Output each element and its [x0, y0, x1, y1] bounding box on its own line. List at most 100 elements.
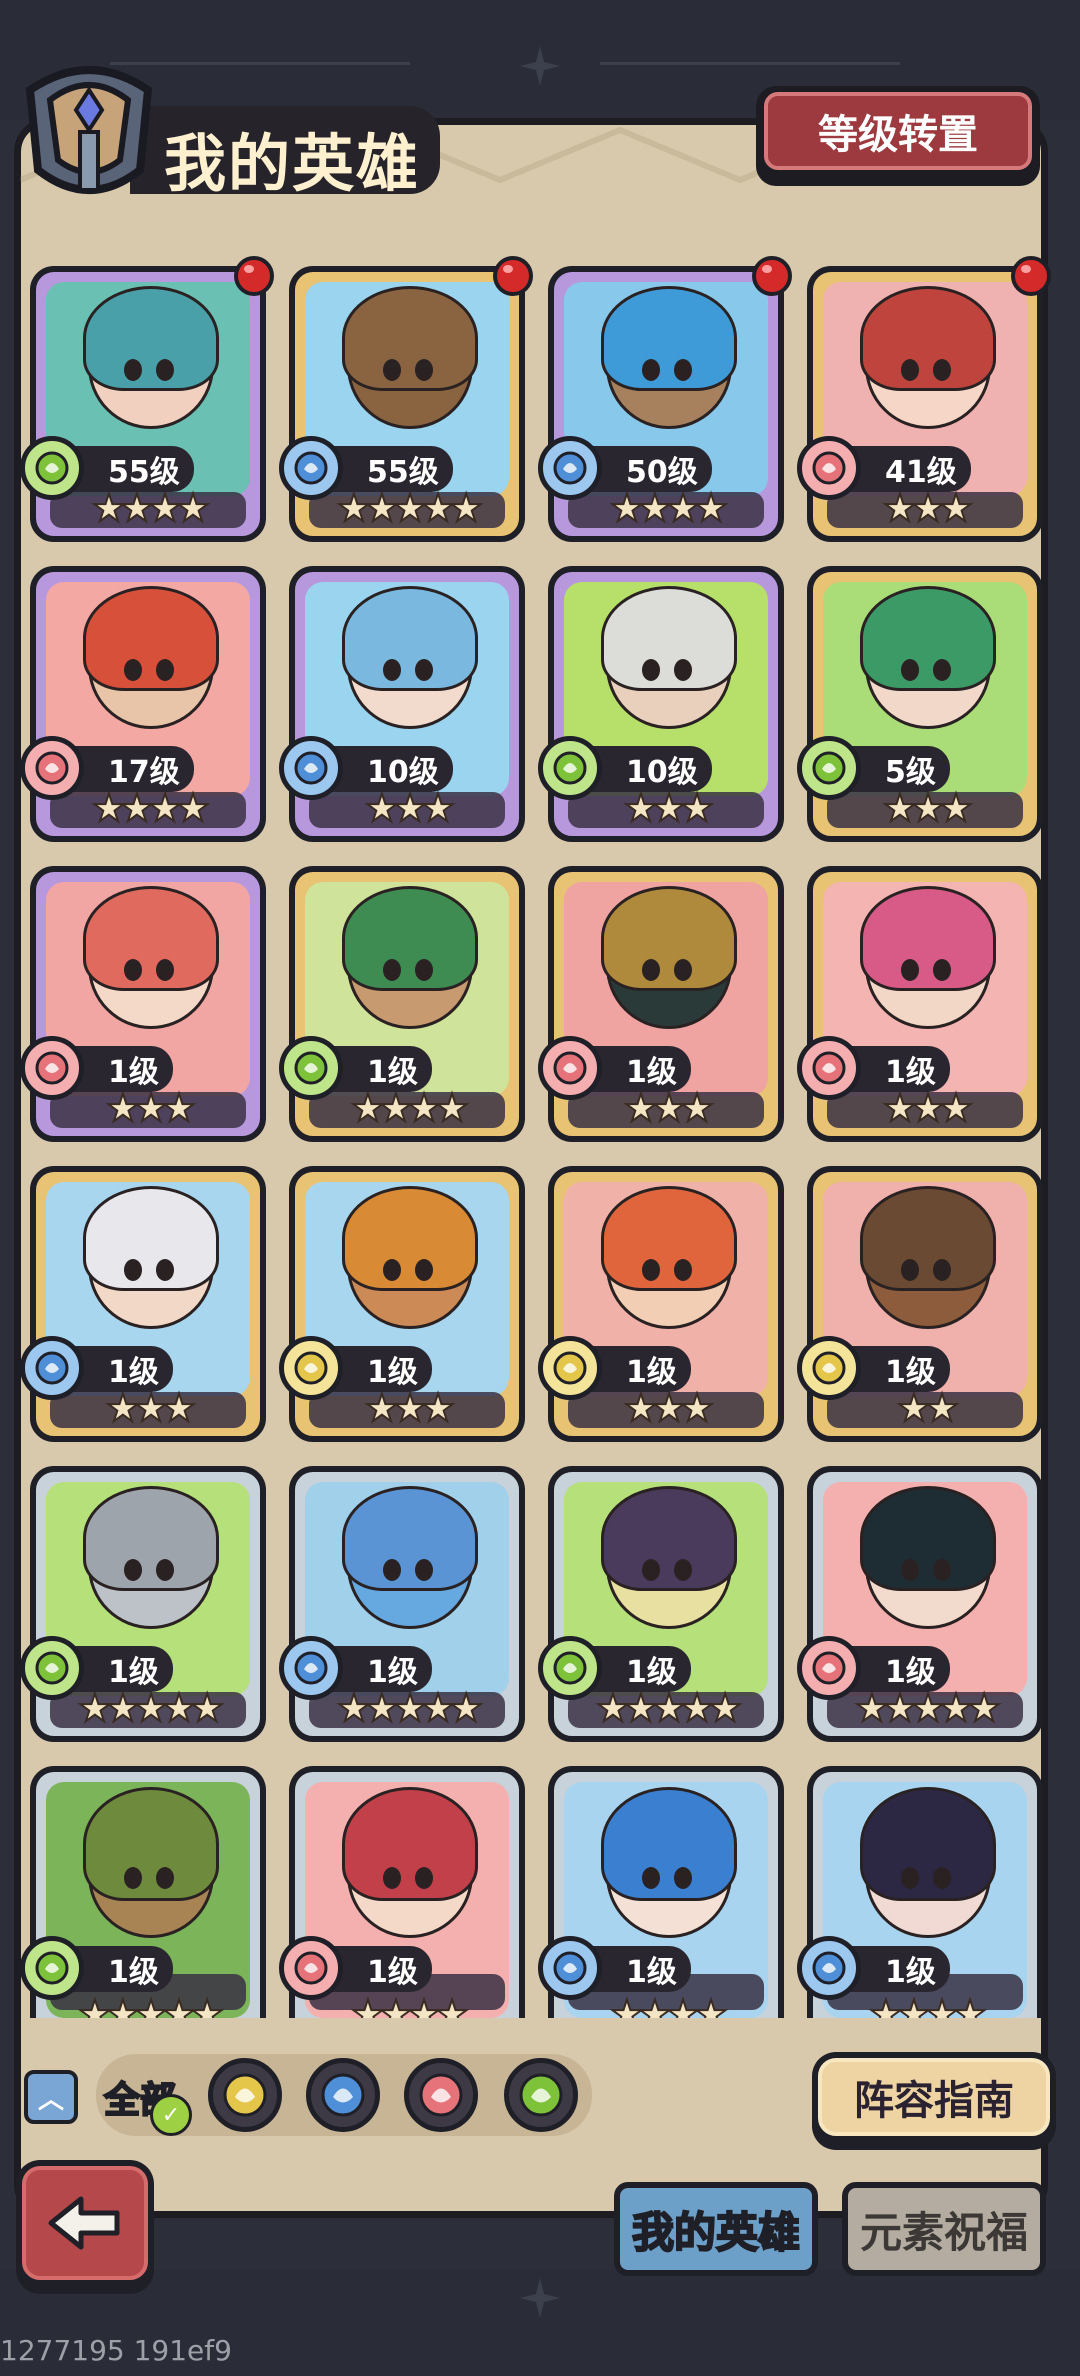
hero-eye: [382, 959, 401, 982]
hero-hair: [341, 886, 479, 991]
hero-eye: [123, 659, 142, 682]
hero-eye: [641, 659, 660, 682]
hero-eye: [382, 1259, 401, 1282]
fire-icon: [797, 436, 861, 500]
hero-card[interactable]: ★★★★★: [548, 1466, 784, 1742]
hero-level: 1级: [329, 1046, 432, 1092]
hero-hair: [600, 886, 738, 991]
fire-icon: [797, 1636, 861, 1700]
water-icon: [797, 1936, 861, 2000]
hero-stars: ★★★★: [868, 1991, 988, 2018]
sparkle-icon: [520, 2278, 560, 2318]
hero-level: 1级: [588, 1046, 691, 1092]
deco-line: [600, 62, 900, 65]
hero-eye: [123, 1559, 142, 1582]
hero-level: 17级: [70, 746, 194, 792]
hero-card[interactable]: ★★: [807, 1166, 1043, 1442]
wind-icon: [519, 2073, 563, 2117]
earth-icon: [223, 2073, 267, 2117]
hero-level: 1级: [847, 1346, 950, 1392]
hero-card[interactable]: ★★★★: [289, 866, 525, 1142]
hero-hair: [82, 286, 220, 391]
hero-card[interactable]: ★★★★: [30, 566, 266, 842]
back-button[interactable]: [16, 2160, 154, 2294]
hero-level: 1级: [70, 1046, 173, 1092]
filter-earth-button[interactable]: [208, 2058, 282, 2132]
hero-hair: [859, 1186, 997, 1291]
water-icon: [279, 736, 343, 800]
hero-eye: [674, 1866, 693, 1889]
hero-hair: [82, 1786, 220, 1902]
tab-my-heroes[interactable]: 我的英雄: [614, 2182, 818, 2276]
hero-card[interactable]: ★★★★★: [289, 266, 525, 542]
hero-level: 1级: [70, 1346, 173, 1392]
collapse-button[interactable]: ︿: [24, 2070, 78, 2124]
debug-text: 1277195 191ef9: [0, 2334, 232, 2367]
fire-icon: [538, 1036, 602, 1100]
hero-card[interactable]: ★★★: [289, 1166, 525, 1442]
filter-water-button[interactable]: [306, 2058, 380, 2132]
back-arrow-icon: [22, 2166, 148, 2280]
page-title: 我的英雄: [164, 127, 421, 200]
hero-eye: [641, 1866, 660, 1889]
filter-fire-button[interactable]: [404, 2058, 478, 2132]
water-icon: [279, 1636, 343, 1700]
hero-level: 55级: [329, 446, 453, 492]
hero-card[interactable]: ★★★: [807, 266, 1043, 542]
level-transfer-button[interactable]: 等级转置: [756, 86, 1040, 186]
hero-level: 55级: [70, 446, 194, 492]
hero-card[interactable]: ★★★: [807, 566, 1043, 842]
hero-hair: [82, 1486, 220, 1591]
hero-eye: [382, 1559, 401, 1582]
hero-hair: [82, 586, 220, 691]
hero-eye: [123, 959, 142, 982]
hero-hair: [82, 1186, 220, 1291]
hero-hair: [600, 586, 738, 691]
hero-card[interactable]: ★★★★★: [289, 1466, 525, 1742]
wind-icon: [20, 436, 84, 500]
hero-card[interactable]: ★★★: [289, 566, 525, 842]
fire-icon: [419, 2073, 463, 2117]
hero-hair: [859, 886, 997, 991]
hero-hair: [600, 286, 738, 391]
notification-dot: [752, 256, 792, 296]
hero-card[interactable]: ★★★: [548, 566, 784, 842]
notification-dot: [234, 256, 274, 296]
hero-eye: [156, 1866, 175, 1889]
hero-level: 1级: [70, 1946, 173, 1992]
hero-card[interactable]: ★★★: [30, 866, 266, 1142]
hero-level: 1级: [588, 1646, 691, 1692]
fire-icon: [20, 736, 84, 800]
hero-eye: [123, 1866, 142, 1889]
water-icon: [20, 1336, 84, 1400]
notification-dot: [493, 256, 533, 296]
hero-card[interactable]: ★★★: [548, 1166, 784, 1442]
lineup-guide-button[interactable]: 阵容指南: [812, 2052, 1056, 2150]
hero-card[interactable]: ★★★: [807, 866, 1043, 1142]
hero-card[interactable]: ★★★★: [548, 266, 784, 542]
hero-eye: [382, 359, 401, 382]
hero-hair: [341, 586, 479, 691]
hero-card[interactable]: ★★★★★: [807, 1466, 1043, 1742]
hero-card[interactable]: ★★★★: [30, 266, 266, 542]
tab-element-blessing[interactable]: 元素祝福: [842, 2182, 1046, 2276]
hero-card[interactable]: ★★★★★: [30, 1466, 266, 1742]
hero-level: 1级: [329, 1346, 432, 1392]
hero-card[interactable]: ★★★: [30, 1166, 266, 1442]
fire-icon: [797, 1036, 861, 1100]
hero-hair: [341, 1186, 479, 1291]
hero-eye: [933, 1866, 952, 1889]
wind-icon: [538, 1636, 602, 1700]
water-icon: [538, 436, 602, 500]
fire-icon: [279, 1936, 343, 2000]
hero-stars: ★★★★★: [77, 1991, 225, 2018]
hero-eye: [900, 1559, 919, 1582]
hero-hair: [600, 1786, 738, 1902]
earth-icon: [538, 1336, 602, 1400]
hero-hair: [341, 1486, 479, 1591]
hero-eye: [415, 1866, 434, 1889]
wind-icon: [279, 1036, 343, 1100]
hero-card[interactable]: ★★★: [548, 866, 784, 1142]
filter-wind-button[interactable]: [504, 2058, 578, 2132]
water-icon: [279, 436, 343, 500]
